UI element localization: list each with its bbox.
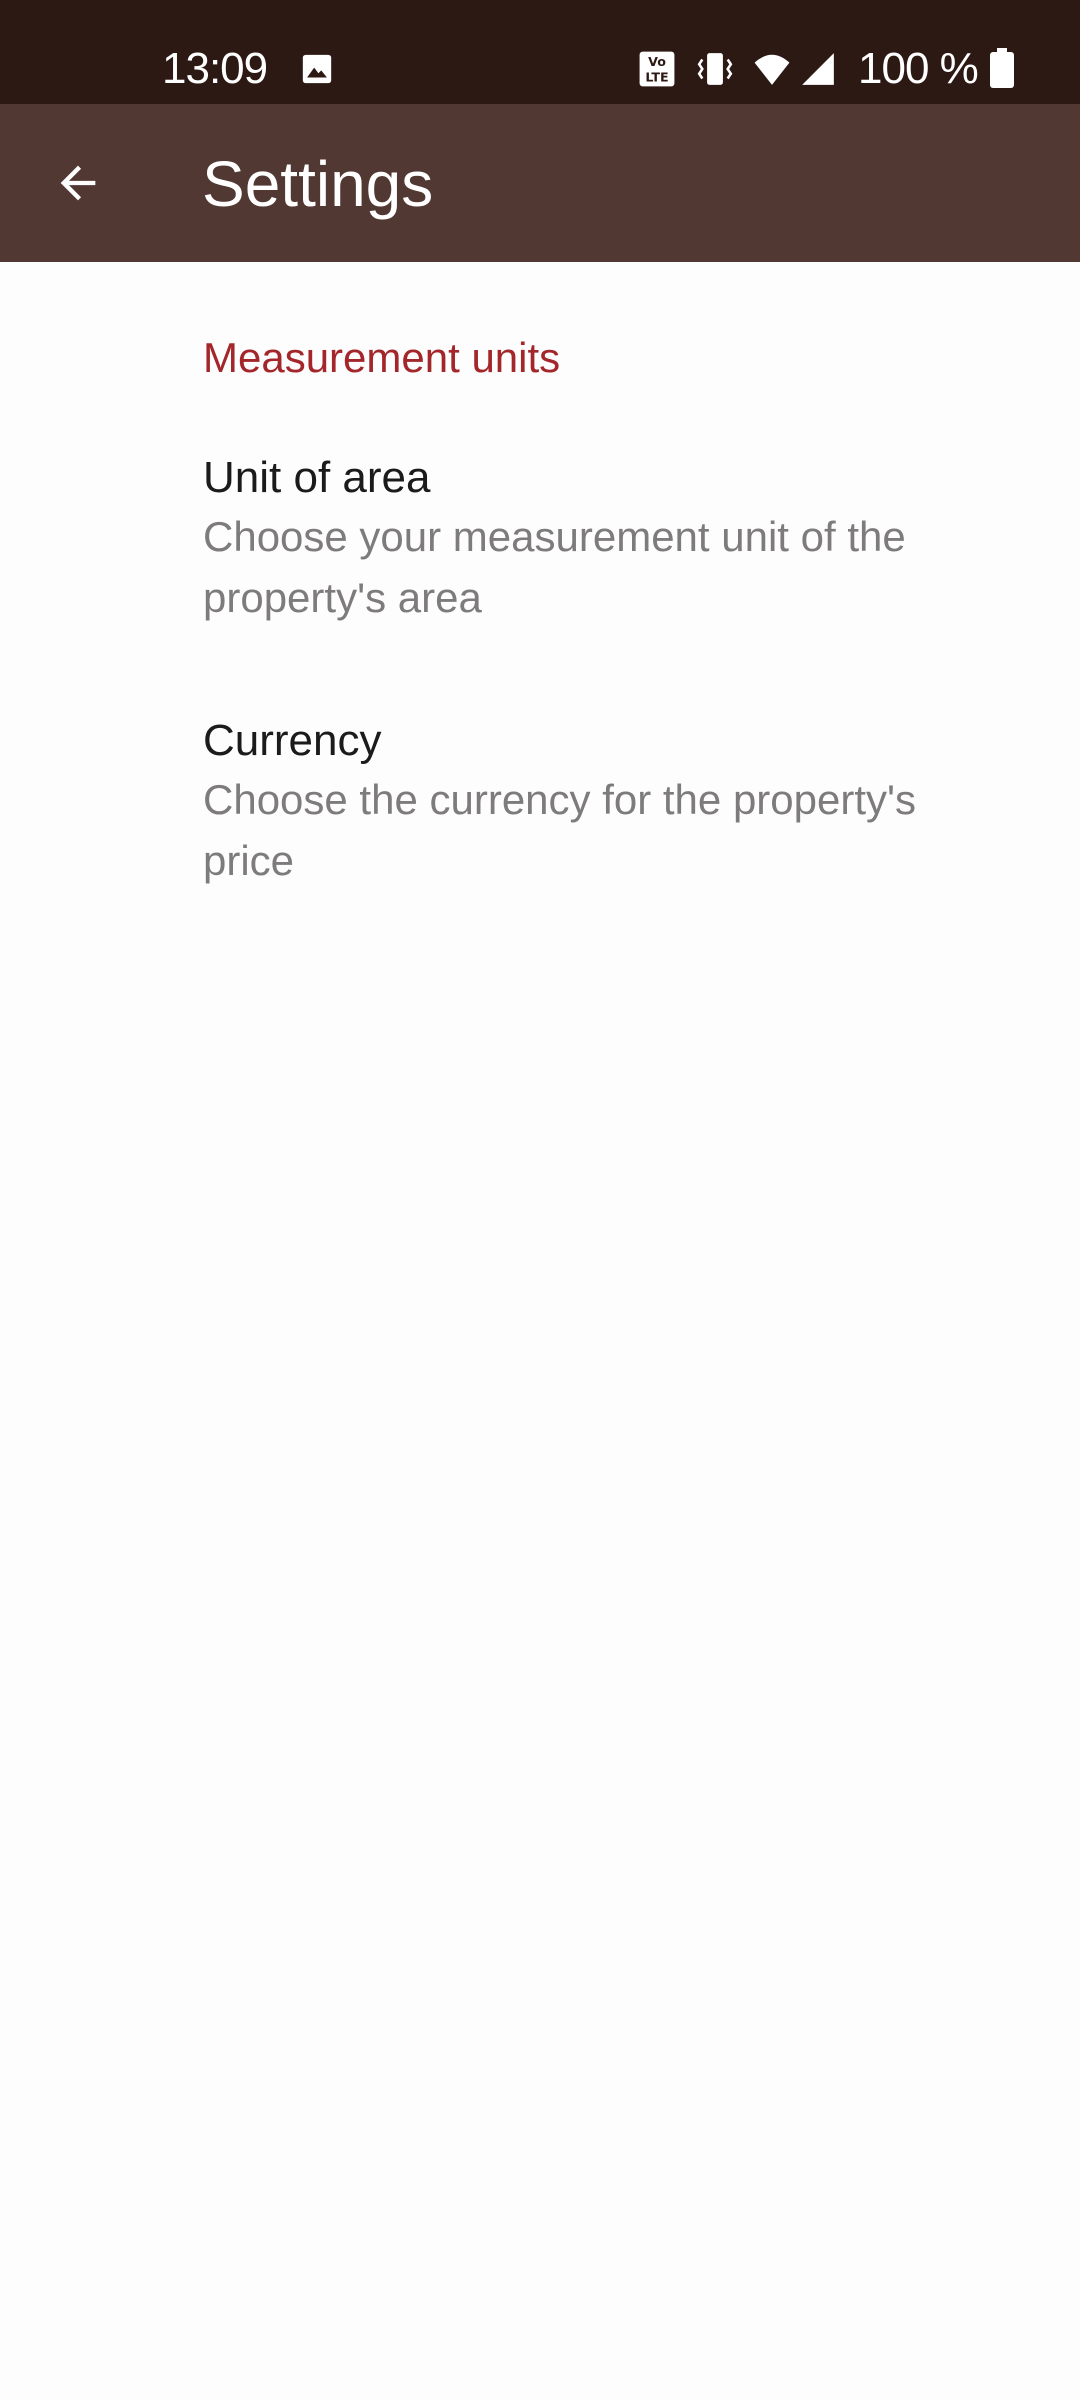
preference-summary: Choose the currency for the property's p… bbox=[203, 776, 917, 884]
section-header-measurement-units: Measurement units bbox=[203, 334, 561, 381]
preference-summary: Choose your measurement unit of the prop… bbox=[203, 513, 906, 621]
svg-text:LTE: LTE bbox=[645, 70, 668, 85]
preference-title: Currency bbox=[203, 716, 382, 765]
battery-icon bbox=[990, 48, 1014, 88]
app-bar: Settings bbox=[0, 104, 1080, 262]
status-bar: 13:09 Vo LTE 100 % bbox=[0, 0, 1080, 104]
back-button[interactable] bbox=[28, 128, 128, 238]
preference-unit-of-area[interactable]: Unit of area Choose your measurement uni… bbox=[0, 440, 1080, 650]
wifi-icon bbox=[754, 54, 790, 85]
preference-title: Unit of area bbox=[203, 453, 431, 502]
page-title: Settings bbox=[202, 148, 434, 220]
battery-percentage: 100 % bbox=[858, 44, 979, 93]
svg-text:Vo: Vo bbox=[648, 54, 666, 69]
status-time: 13:09 bbox=[162, 44, 268, 93]
image-icon bbox=[302, 54, 332, 84]
preference-currency[interactable]: Currency Choose the currency for the pro… bbox=[0, 703, 1080, 913]
volte-icon: Vo LTE bbox=[639, 51, 675, 87]
settings-screen: 13:09 Vo LTE 100 % Settings Measurement … bbox=[0, 0, 1080, 2400]
vibrate-icon bbox=[697, 53, 733, 85]
arrow-left-icon bbox=[60, 165, 96, 201]
signal-icon bbox=[802, 53, 834, 85]
